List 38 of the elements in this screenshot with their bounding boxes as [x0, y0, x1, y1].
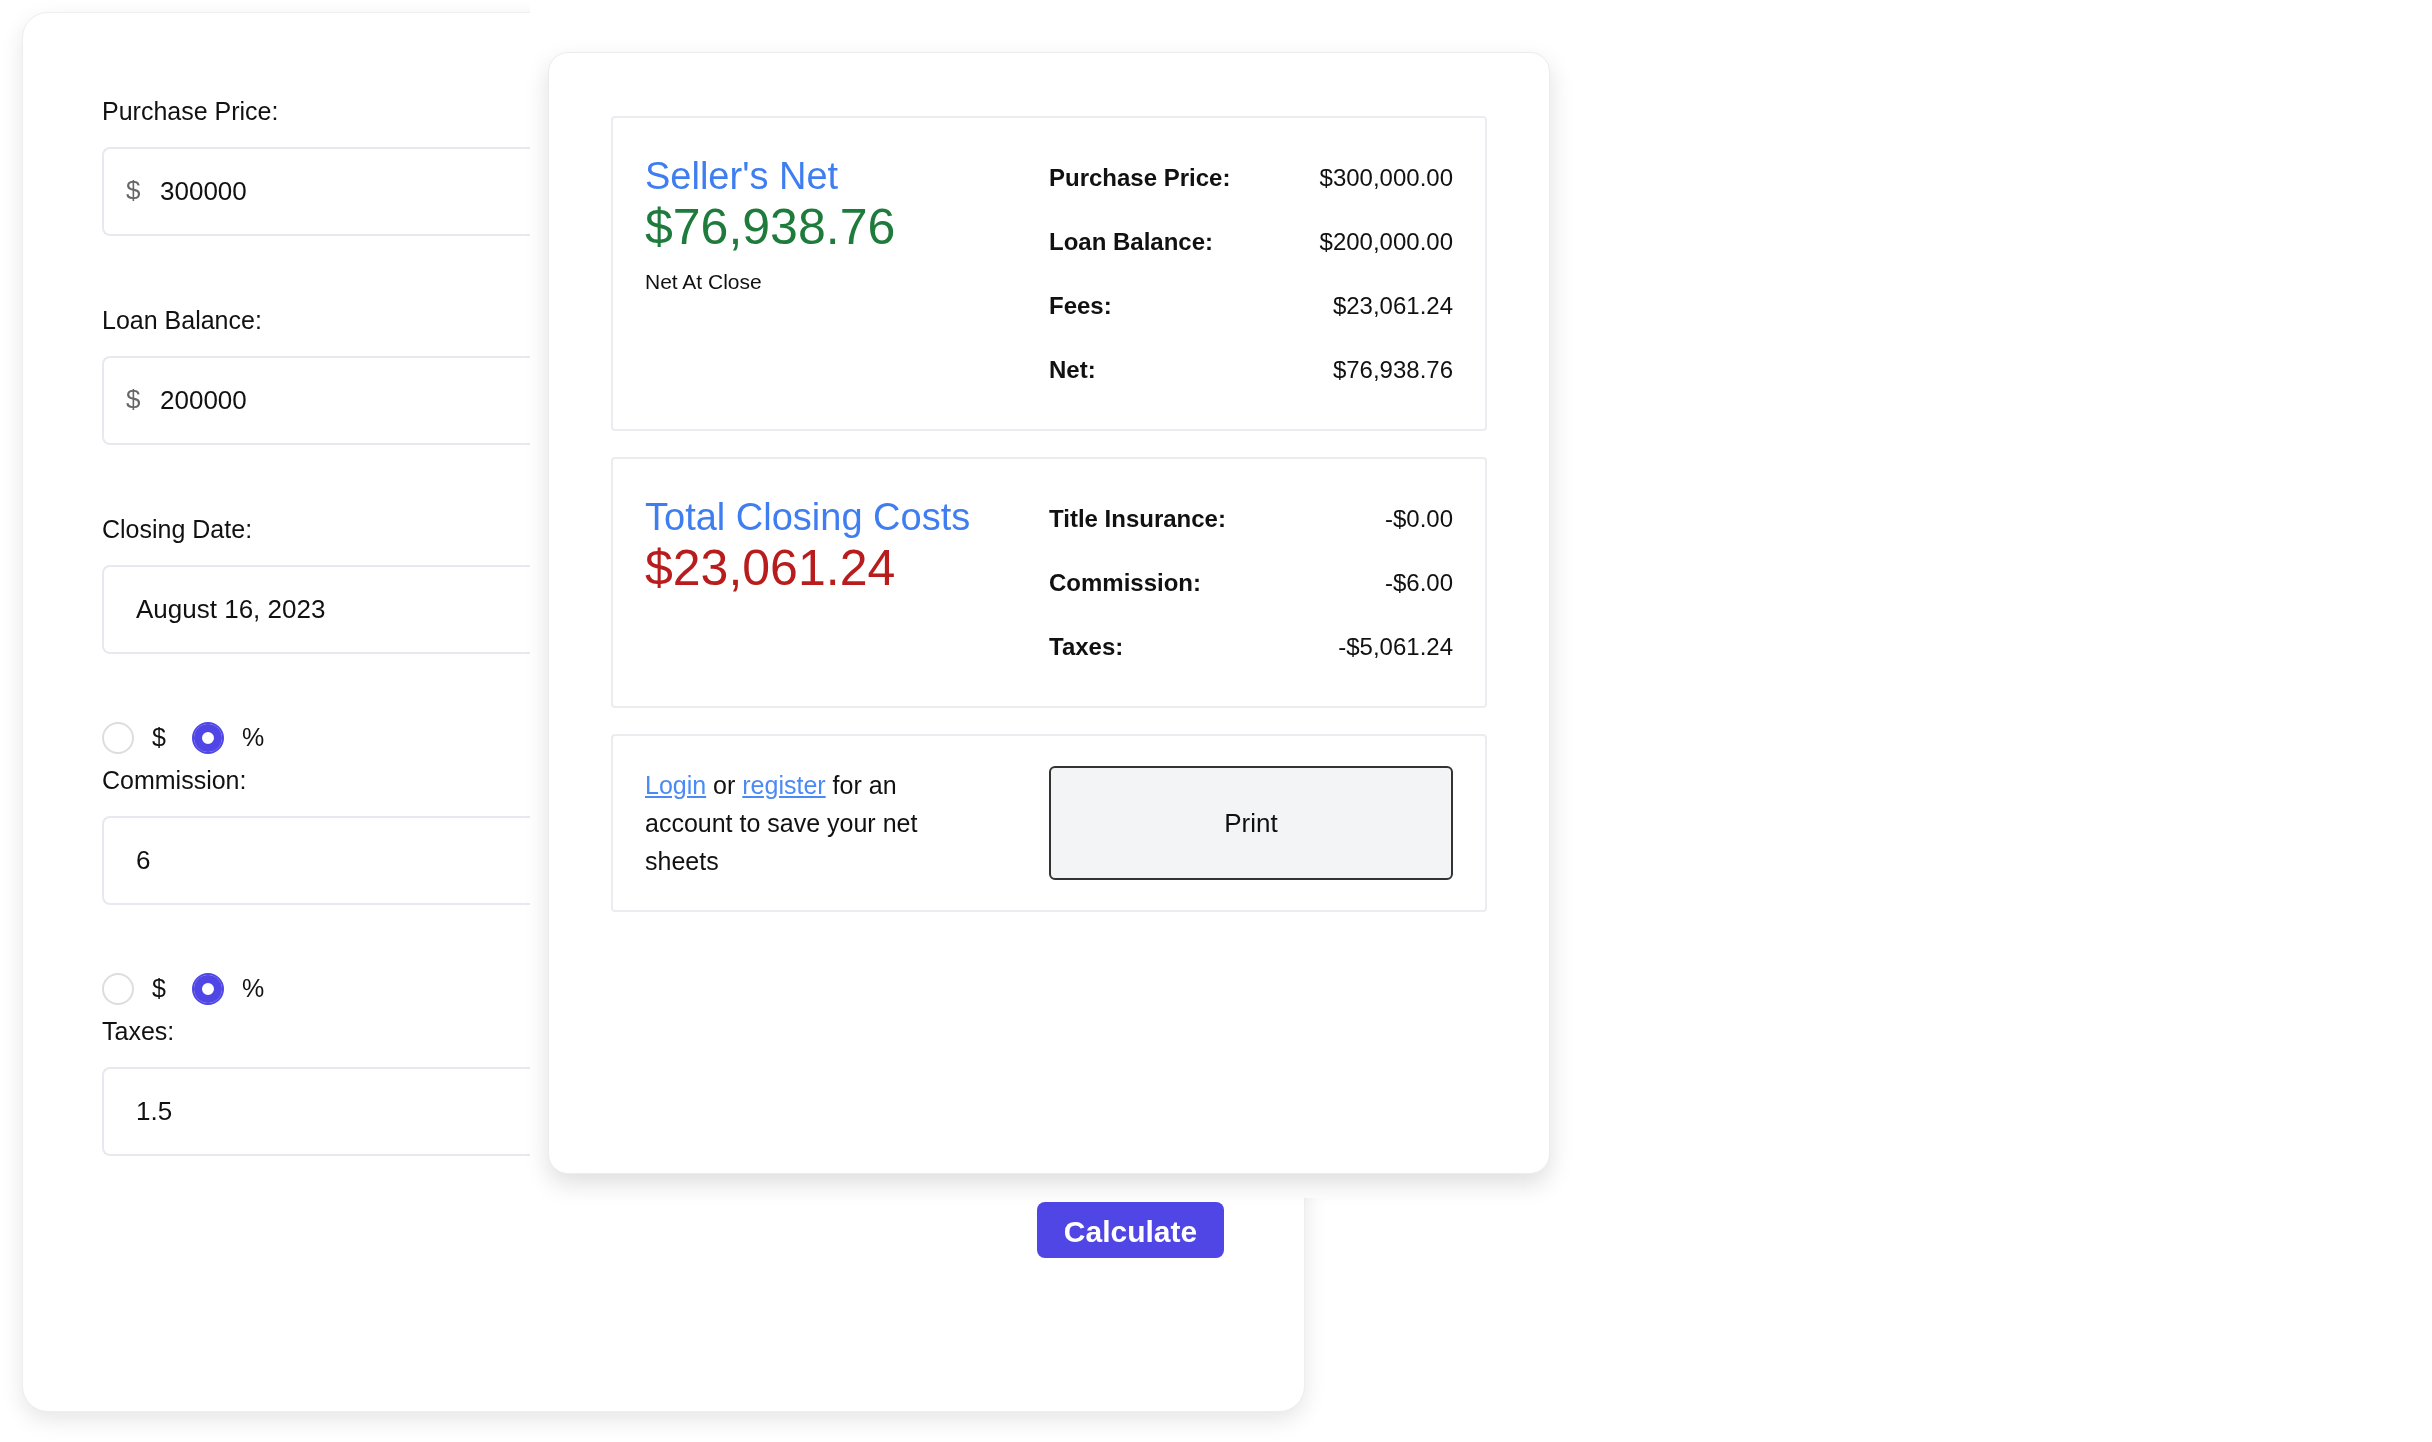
input-field[interactable]: August 16, 2023 — [102, 565, 531, 654]
currency-prefix: $ — [126, 174, 141, 207]
field-label: Loan Balance: — [102, 305, 262, 336]
field-label: Commission: — [102, 765, 247, 796]
row-label: Commission: — [1049, 568, 1201, 598]
field-label: Closing Date: — [102, 514, 253, 545]
radio-button[interactable] — [191, 973, 224, 1005]
calculate-button[interactable]: Calculate — [1037, 1202, 1224, 1258]
row-label: Net: — [1049, 355, 1096, 385]
row-value: -$5,061.24 — [1338, 632, 1453, 662]
row-value: $23,061.24 — [1332, 291, 1453, 321]
caption: Net At Close — [645, 270, 762, 293]
input-field[interactable]: 1.5 — [102, 1067, 531, 1156]
account-prompt-text: Login or register for an account to save your net sheets — [645, 770, 919, 877]
total-amount: $76,938.76 — [645, 199, 896, 255]
input-field[interactable]: 6 — [102, 816, 531, 905]
card-title: Total Closing Costs — [645, 496, 971, 538]
row-value: $76,938.76 — [1332, 355, 1453, 385]
radio-label: $ — [152, 722, 166, 754]
row-label: Fees: — [1049, 291, 1112, 321]
row-label: Taxes: — [1049, 632, 1124, 662]
card-title: Seller's Net — [645, 155, 839, 197]
field-label: Purchase Price: — [102, 96, 279, 127]
field-label: Taxes: — [102, 1016, 175, 1047]
radio-label: % — [241, 973, 265, 1005]
row-value: $200,000.00 — [1319, 227, 1453, 257]
row-label: Title Insurance: — [1049, 504, 1226, 534]
row-value: $300,000.00 — [1319, 163, 1453, 193]
radio-label: $ — [152, 973, 166, 1005]
currency-prefix: $ — [126, 383, 141, 416]
total-amount: $23,061.24 — [645, 540, 896, 596]
print-button[interactable]: Print — [1049, 766, 1453, 880]
row-label: Purchase Price: — [1049, 163, 1231, 193]
row-value: -$0.00 — [1384, 504, 1453, 534]
radio-label: % — [241, 722, 265, 754]
row-label: Loan Balance: — [1049, 227, 1214, 257]
row-value: -$6.00 — [1384, 568, 1453, 598]
radio-button[interactable] — [191, 722, 224, 754]
